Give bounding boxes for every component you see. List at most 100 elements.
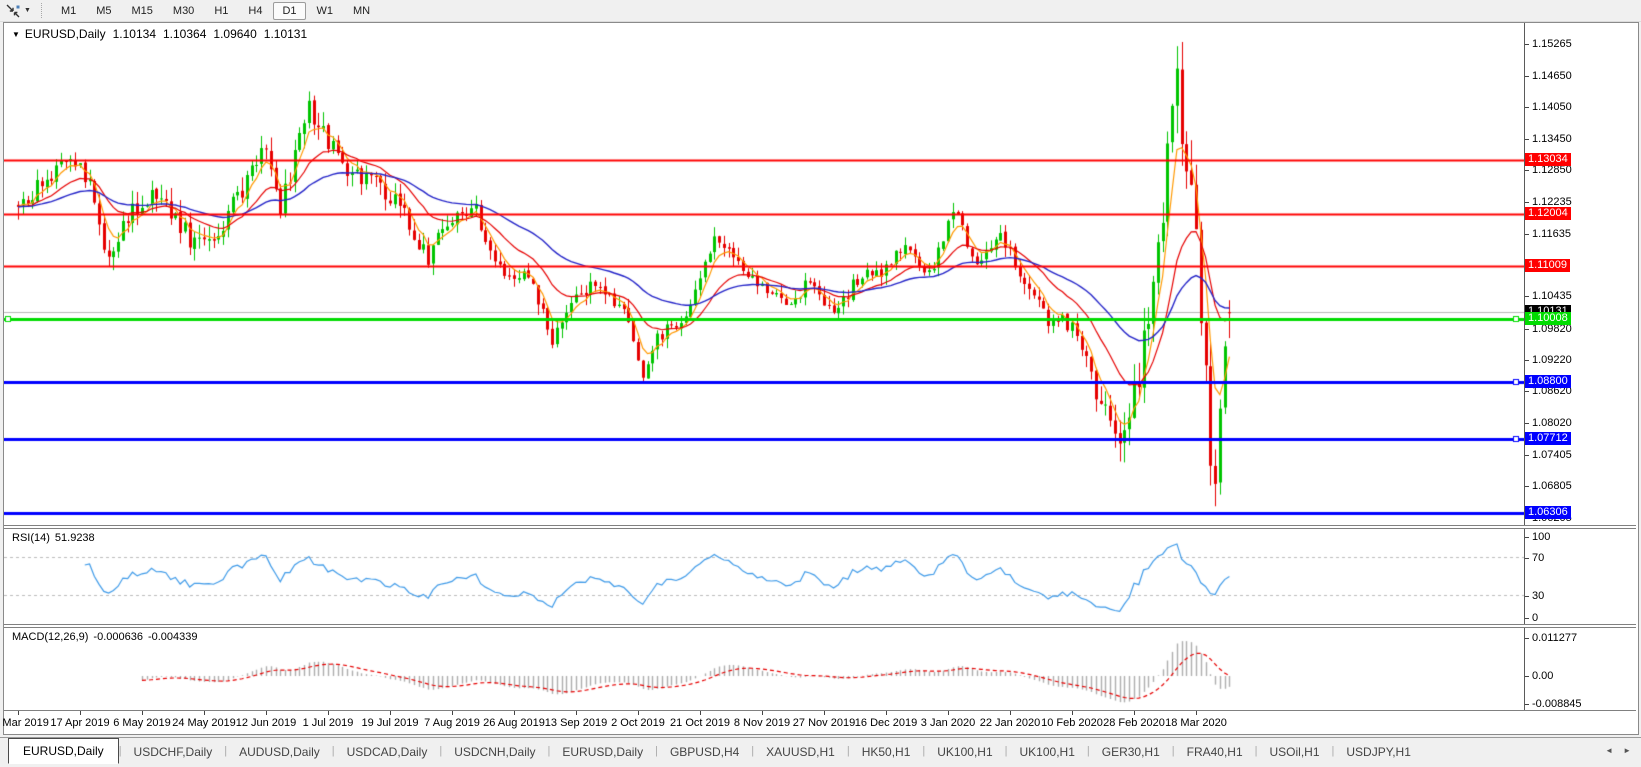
date-tick-label: 19 Jul 2019	[361, 717, 419, 729]
macd-tick-label: -0.008845	[1532, 698, 1582, 710]
price-tick-mark	[1525, 202, 1529, 203]
price-tick-mark	[1525, 139, 1529, 140]
chart-window[interactable]: ▼ EURUSD,Daily 1.10134 1.10364 1.09640 1.1013…	[0, 22, 1639, 735]
level-price-tag[interactable]: 1.12004	[1525, 207, 1571, 220]
chart-tab-uk100-h1[interactable]: UK100,H1	[1008, 740, 1087, 763]
macd-name: MACD(12,26,9)	[12, 631, 89, 643]
price-tick-label: 1.15265	[1532, 38, 1572, 50]
price-tick-mark	[1525, 44, 1529, 45]
price-tick-mark	[1525, 486, 1529, 487]
timeframe-button-m15[interactable]: M15	[123, 2, 162, 20]
chart-tab-eurusd-daily[interactable]: EURUSD,Daily	[8, 737, 119, 764]
macd-label: MACD(12,26,9) -0.000636 -0.004339	[12, 631, 203, 643]
date-tick-mark	[390, 711, 391, 715]
date-tick-mark	[1134, 711, 1135, 715]
chart-tab-usdjpy-h1[interactable]: USDJPY,H1	[1334, 740, 1422, 763]
date-tick-label: 21 Oct 2019	[670, 717, 730, 729]
level-price-tag[interactable]: 1.10008	[1525, 312, 1571, 325]
date-tick-mark	[204, 711, 205, 715]
cursor-tool-icon[interactable]	[6, 4, 21, 18]
main-chart-canvas[interactable]	[4, 23, 1524, 525]
chart-tab-gbpusd-h4[interactable]: GBPUSD,H4	[658, 740, 751, 763]
price-tick-mark	[1525, 76, 1529, 77]
date-tick-label: 29 Mar 2019	[0, 717, 49, 729]
level-price-tag[interactable]: 1.13034	[1525, 153, 1571, 166]
rsi-tick-mark	[1525, 618, 1529, 619]
price-tick-label: 1.06805	[1532, 480, 1572, 492]
macd-tick-mark	[1525, 676, 1529, 677]
chart-tab-hk50-h1[interactable]: HK50,H1	[850, 740, 923, 763]
timeframe-button-d1[interactable]: D1	[273, 1, 306, 20]
chart-tab-usdchf-daily[interactable]: USDCHF,Daily	[122, 740, 225, 763]
timeframe-button-h4[interactable]: H4	[239, 2, 271, 20]
price-tick-label: 1.08020	[1532, 417, 1572, 429]
price-tick-mark	[1525, 360, 1529, 361]
level-price-tag[interactable]: 1.08800	[1525, 375, 1571, 388]
price-tick-mark	[1525, 234, 1529, 235]
rsi-canvas[interactable]	[4, 529, 1524, 624]
level-price-tag[interactable]: 1.07712	[1525, 432, 1571, 445]
level-price-tag[interactable]: 1.11009	[1525, 259, 1570, 272]
date-tick-mark	[266, 711, 267, 715]
chart-tab-audusd-daily[interactable]: AUDUSD,Daily	[227, 740, 332, 763]
rsi-panel: RSI(14) 51.9238 100 70 30 0	[4, 528, 1636, 625]
rsi-tick-mark	[1525, 558, 1529, 559]
toolbar-separator	[40, 3, 45, 18]
timeframe-button-mn[interactable]: MN	[344, 2, 379, 20]
date-tick-label: 10 Feb 2020	[1041, 717, 1103, 729]
date-tick-mark	[1196, 711, 1197, 715]
chart-tab-uk100-h1[interactable]: UK100,H1	[925, 740, 1004, 763]
date-tick-label: 16 Dec 2019	[854, 717, 918, 729]
macd-main-value: -0.000636	[93, 631, 143, 643]
timeframe-button-m1[interactable]: M1	[52, 2, 85, 20]
date-tick-label: 17 Apr 2019	[50, 717, 110, 729]
timeframe-button-h1[interactable]: H1	[205, 2, 237, 20]
date-tick-mark	[514, 711, 515, 715]
date-tick-label: 8 Nov 2019	[733, 717, 791, 729]
date-axis[interactable]: 29 Mar 201917 Apr 20196 May 201924 May 2…	[0, 711, 1636, 734]
rsi-axis-border	[1524, 529, 1525, 624]
price-tick-mark	[1525, 329, 1529, 330]
title-low: 1.09640	[213, 27, 257, 41]
tabs-scroll-left-icon[interactable]: ◄	[1605, 746, 1613, 755]
price-tick-mark	[1525, 170, 1529, 171]
macd-axis-border	[1524, 628, 1525, 710]
cursor-tool-dropdown-icon[interactable]: ▼	[24, 7, 31, 14]
title-close: 1.10131	[263, 27, 308, 41]
rsi-tick-label: 30	[1532, 590, 1545, 602]
macd-tick-label: 0.00	[1532, 670, 1554, 682]
chart-tab-ger30-h1[interactable]: GER30,H1	[1090, 740, 1172, 763]
date-tick-label: 24 May 2019	[172, 717, 236, 729]
date-tick-label: 12 Jun 2019	[235, 717, 297, 729]
date-tick-label: 22 Jan 2020	[979, 717, 1041, 729]
chart-tab-usoil-h1[interactable]: USOil,H1	[1258, 740, 1332, 763]
timeframe-buttons: M1 M5 M15 M30 H1 H4 D1 W1 MN	[52, 1, 379, 20]
level-price-tag[interactable]: 1.06306	[1525, 506, 1571, 519]
tabs-scroll-right-icon[interactable]: ►	[1623, 746, 1631, 755]
chart-tab-usdcad-daily[interactable]: USDCAD,Daily	[335, 740, 440, 763]
rsi-name: RSI(14)	[12, 532, 50, 544]
timeframe-button-m5[interactable]: M5	[87, 2, 120, 20]
price-tick-label: 1.14050	[1532, 101, 1572, 113]
date-tick-label: 13 Sep 2019	[544, 717, 608, 729]
date-tick-mark	[762, 711, 763, 715]
chart-tab-eurusd-daily[interactable]: EURUSD,Daily	[550, 740, 655, 763]
chart-tabs-bar: EURUSD,Daily | USDCHF,Daily | AUDUSD,Daily | U…	[0, 737, 1641, 764]
rsi-tick-label: 70	[1532, 552, 1545, 564]
chart-tab-xauusd-h1[interactable]: XAUUSD,H1	[754, 740, 847, 763]
macd-tick-mark	[1525, 638, 1529, 639]
date-tick-mark	[1072, 711, 1073, 715]
macd-canvas[interactable]	[4, 628, 1524, 710]
timeframe-button-w1[interactable]: W1	[308, 2, 343, 20]
price-tick-mark	[1525, 391, 1529, 392]
rsi-label: RSI(14) 51.9238	[12, 532, 100, 544]
chevron-down-icon[interactable]: ▼	[12, 30, 20, 39]
rsi-tick-label: 0	[1532, 612, 1539, 624]
main-chart-panel: ▼ EURUSD,Daily 1.10134 1.10364 1.09640 1.1013…	[4, 23, 1636, 526]
chart-tab-usdcnh-daily[interactable]: USDCNH,Daily	[442, 740, 547, 763]
chart-tab-fra40-h1[interactable]: FRA40,H1	[1175, 740, 1255, 763]
timeframe-button-m30[interactable]: M30	[164, 2, 203, 20]
title-open: 1.10134	[112, 27, 156, 41]
rsi-value: 51.9238	[54, 532, 95, 544]
price-tick-label: 1.09220	[1532, 354, 1572, 366]
